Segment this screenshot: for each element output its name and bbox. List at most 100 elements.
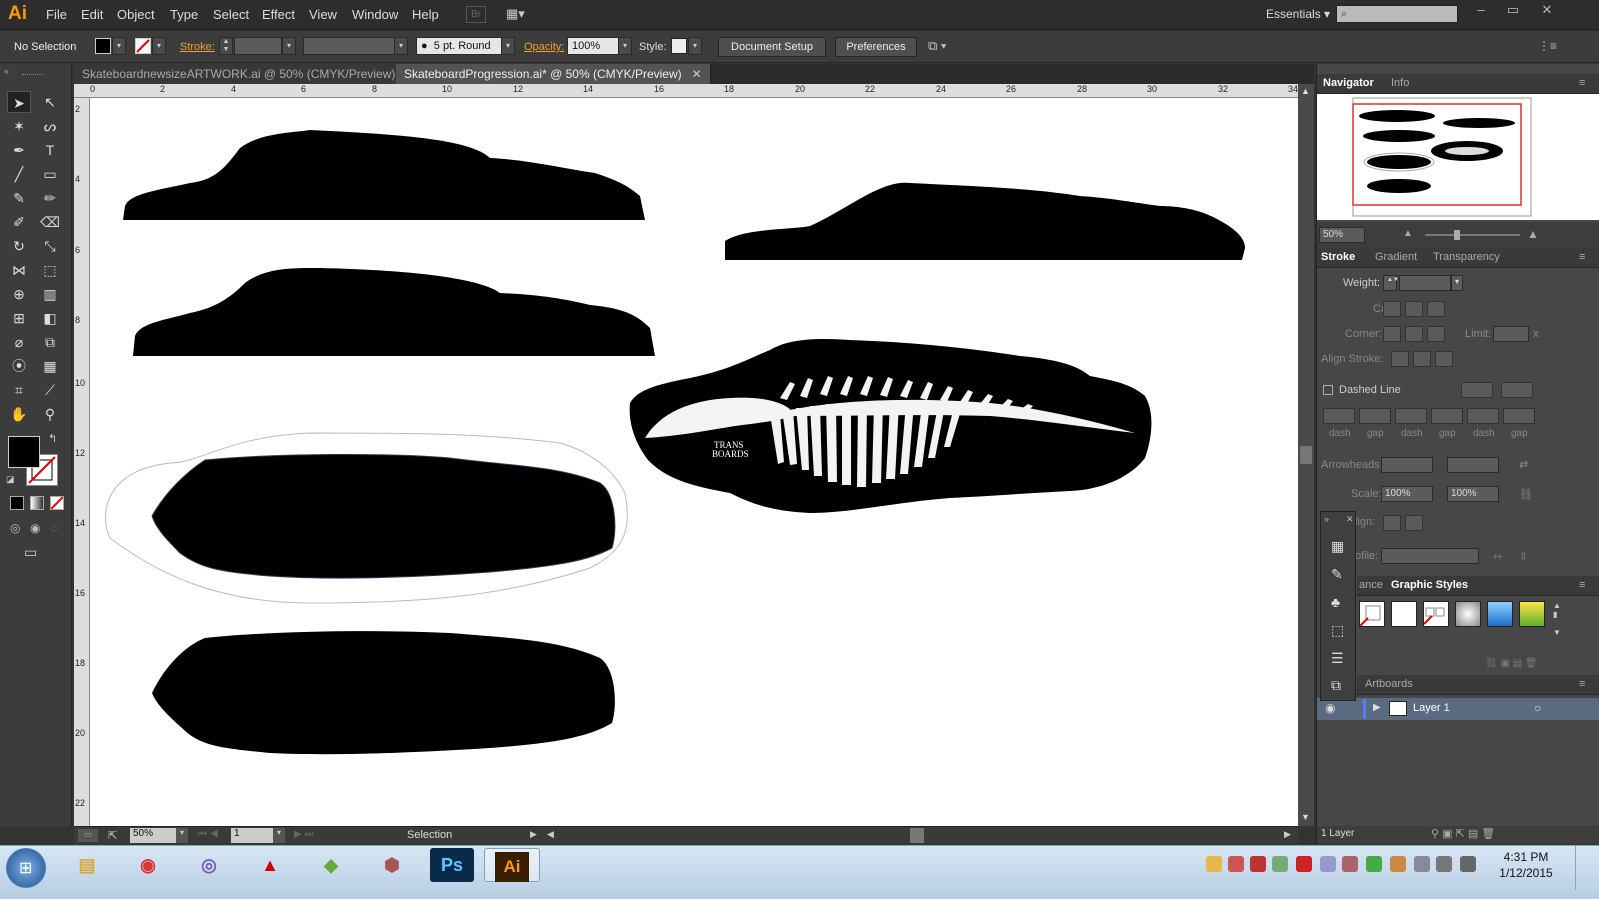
tab-graphic-styles[interactable]: Graphic Styles — [1391, 579, 1468, 591]
color-mode-icon[interactable] — [10, 496, 24, 510]
projecting-cap-icon[interactable] — [1427, 301, 1445, 317]
selection-tool-icon[interactable]: ➤ — [7, 91, 31, 113]
width-tool-icon[interactable]: ⋈ — [7, 259, 31, 281]
preferences-button[interactable]: Preferences — [835, 37, 917, 57]
panel-menu-icon[interactable]: ≡ — [1579, 251, 1585, 263]
vertical-ruler[interactable]: 2 4 6 8 10 12 14 16 18 20 22 — [74, 98, 90, 826]
scroll-up-icon[interactable]: ▲ — [1301, 86, 1310, 96]
dash-field-1[interactable] — [1323, 408, 1355, 424]
layer-row[interactable]: ◉ ▶ Layer 1 ○ — [1317, 698, 1599, 720]
brush-definition[interactable]: ● 5 pt. Round — [416, 37, 502, 55]
graph-tool-icon[interactable]: ▦ — [38, 355, 62, 377]
weight-stepper[interactable]: ▲▼ — [1383, 275, 1399, 291]
profile-dropdown[interactable]: ▾ — [394, 37, 408, 55]
eraser-icon[interactable]: ⌫ — [38, 211, 62, 233]
artboard-tool-icon[interactable]: ⌗ — [7, 379, 31, 401]
styles-scrollbar[interactable]: ▲ ▮ ▼ — [1553, 601, 1563, 651]
collapse-icon[interactable]: « — [4, 66, 9, 76]
default-colors-icon[interactable]: ◪ — [6, 474, 15, 485]
shape-builder-icon[interactable]: ⊕ — [7, 283, 31, 305]
panel-menu-icon[interactable]: ⋮≡ — [1538, 39, 1557, 53]
stroke-label[interactable]: Stroke: — [180, 41, 215, 53]
style-swatch-green[interactable] — [1519, 601, 1545, 627]
align-center-icon[interactable] — [1391, 351, 1409, 367]
close-strip-icon[interactable]: ✕ — [1346, 514, 1354, 525]
gap-field-1[interactable] — [1359, 408, 1391, 424]
style-swatch-gray[interactable] — [1455, 601, 1481, 627]
scale-end-field[interactable]: 100% — [1447, 486, 1499, 502]
menu-view[interactable]: View — [309, 7, 337, 22]
menu-object[interactable]: Object — [117, 7, 155, 22]
show-desktop-button[interactable] — [1575, 846, 1589, 890]
zoom-dropdown[interactable]: ▾ — [176, 828, 188, 843]
tab-skateboard-newsize[interactable]: SkateboardnewsizeARTWORK.ai @ 50% (CMYK/… — [74, 64, 425, 84]
style-swatch-white[interactable] — [1391, 601, 1417, 627]
stroke-weight-field[interactable] — [234, 37, 282, 55]
magic-wand-icon[interactable]: ✶ — [7, 115, 31, 137]
layer-name[interactable]: Layer 1 — [1413, 702, 1450, 714]
arrange-icon[interactable]: ⧉ ▾ — [928, 38, 946, 54]
dash-field-2[interactable] — [1395, 408, 1427, 424]
tray-icon[interactable] — [1366, 856, 1382, 872]
tab-skateboard-progression[interactable]: SkateboardProgression.ai* @ 50% (CMYK/Pr… — [396, 64, 711, 84]
butt-cap-icon[interactable] — [1383, 301, 1401, 317]
menu-file[interactable]: File — [46, 7, 67, 22]
symbol-sprayer-icon[interactable]: ⦿ — [7, 355, 31, 377]
taskbar-sketchup[interactable]: ◆ — [304, 848, 358, 882]
taskbar-chrome[interactable]: ◉ — [121, 848, 175, 882]
scroll-right-icon[interactable]: ▶ — [1284, 829, 1291, 840]
menu-select[interactable]: Select — [213, 7, 249, 22]
draw-normal-icon[interactable]: ◎ — [10, 521, 20, 535]
arrowhead-end[interactable] — [1447, 457, 1499, 473]
scroll-left-icon[interactable]: ◀ — [547, 829, 554, 840]
close-window-button[interactable]: ✕ — [1534, 2, 1560, 18]
tab-gradient[interactable]: Gradient — [1375, 251, 1417, 263]
restore-button[interactable]: ▭ — [1500, 2, 1526, 18]
mesh-tool-icon[interactable]: ⊞ — [7, 307, 31, 329]
taskbar-autocad[interactable]: ▲ — [243, 848, 297, 882]
tray-icon[interactable] — [1272, 856, 1288, 872]
bridge-button[interactable]: Br — [466, 6, 486, 23]
direct-selection-tool-icon[interactable]: ↖ — [38, 91, 62, 113]
arrange-documents-icon[interactable]: ▦▾ — [506, 6, 536, 23]
gradient-tool-icon[interactable]: ◧ — [38, 307, 62, 329]
tray-icon[interactable] — [1390, 856, 1406, 872]
stroke-dropdown[interactable]: ▾ — [152, 37, 166, 55]
zoom-in-icon[interactable]: ▲ — [1527, 227, 1539, 241]
zoom-slider[interactable] — [1425, 234, 1520, 236]
close-icon[interactable]: ✕ — [692, 67, 702, 81]
style-swatch-blue[interactable] — [1487, 601, 1513, 627]
menu-effect[interactable]: Effect — [262, 7, 295, 22]
first-artboard-icon[interactable]: ⏮ ◀ — [198, 829, 219, 840]
arrow-extend-icon[interactable] — [1383, 515, 1401, 531]
document-setup-button[interactable]: Document Setup — [718, 37, 826, 57]
brushes-panel-icon[interactable]: ✎ — [1331, 566, 1343, 583]
target-icon[interactable]: ○ — [1534, 701, 1541, 715]
blend-tool-icon[interactable]: ⧉ — [38, 331, 62, 353]
artboard-canvas[interactable]: TRANS BOARDS — [90, 98, 1298, 826]
align-outside-icon[interactable] — [1435, 351, 1453, 367]
tray-icon[interactable] — [1228, 856, 1244, 872]
align-panel-icon[interactable]: ☰ — [1331, 650, 1344, 667]
tab-artboards[interactable]: Artboards — [1365, 678, 1413, 690]
zoom-out-icon[interactable]: ▲ — [1403, 228, 1413, 239]
opacity-label[interactable]: Opacity: — [524, 41, 564, 53]
pathfinder-panel-icon[interactable]: ⧉ — [1331, 677, 1341, 694]
tab-info[interactable]: Info — [1391, 77, 1409, 89]
panel-menu-icon[interactable]: ≡ — [1579, 77, 1585, 89]
taskbar-photoshop[interactable]: Ps — [430, 848, 474, 882]
gap-field-3[interactable] — [1503, 408, 1535, 424]
dashed-line-checkbox[interactable] — [1323, 385, 1333, 395]
style-swatch-default[interactable] — [1359, 601, 1385, 627]
taskbar-3d-app[interactable]: ⬢ — [365, 848, 419, 882]
horizontal-ruler[interactable]: 0 2 4 6 8 10 12 14 16 18 20 22 24 26 28 … — [74, 84, 1298, 98]
paintbrush-icon[interactable]: ✎ — [7, 187, 31, 209]
scale-start-field[interactable]: 100% — [1381, 486, 1433, 502]
taskbar-firefox[interactable]: ◎ — [182, 848, 236, 882]
profile-field[interactable] — [1381, 548, 1479, 564]
slice-tool-icon[interactable]: ⟋ — [38, 379, 62, 401]
arrow-place-icon[interactable] — [1405, 515, 1423, 531]
swap-colors-icon[interactable]: ↰ — [48, 432, 57, 445]
panel-menu-icon[interactable]: ≡ — [1579, 678, 1585, 690]
start-button[interactable]: ⊞ — [6, 848, 46, 888]
